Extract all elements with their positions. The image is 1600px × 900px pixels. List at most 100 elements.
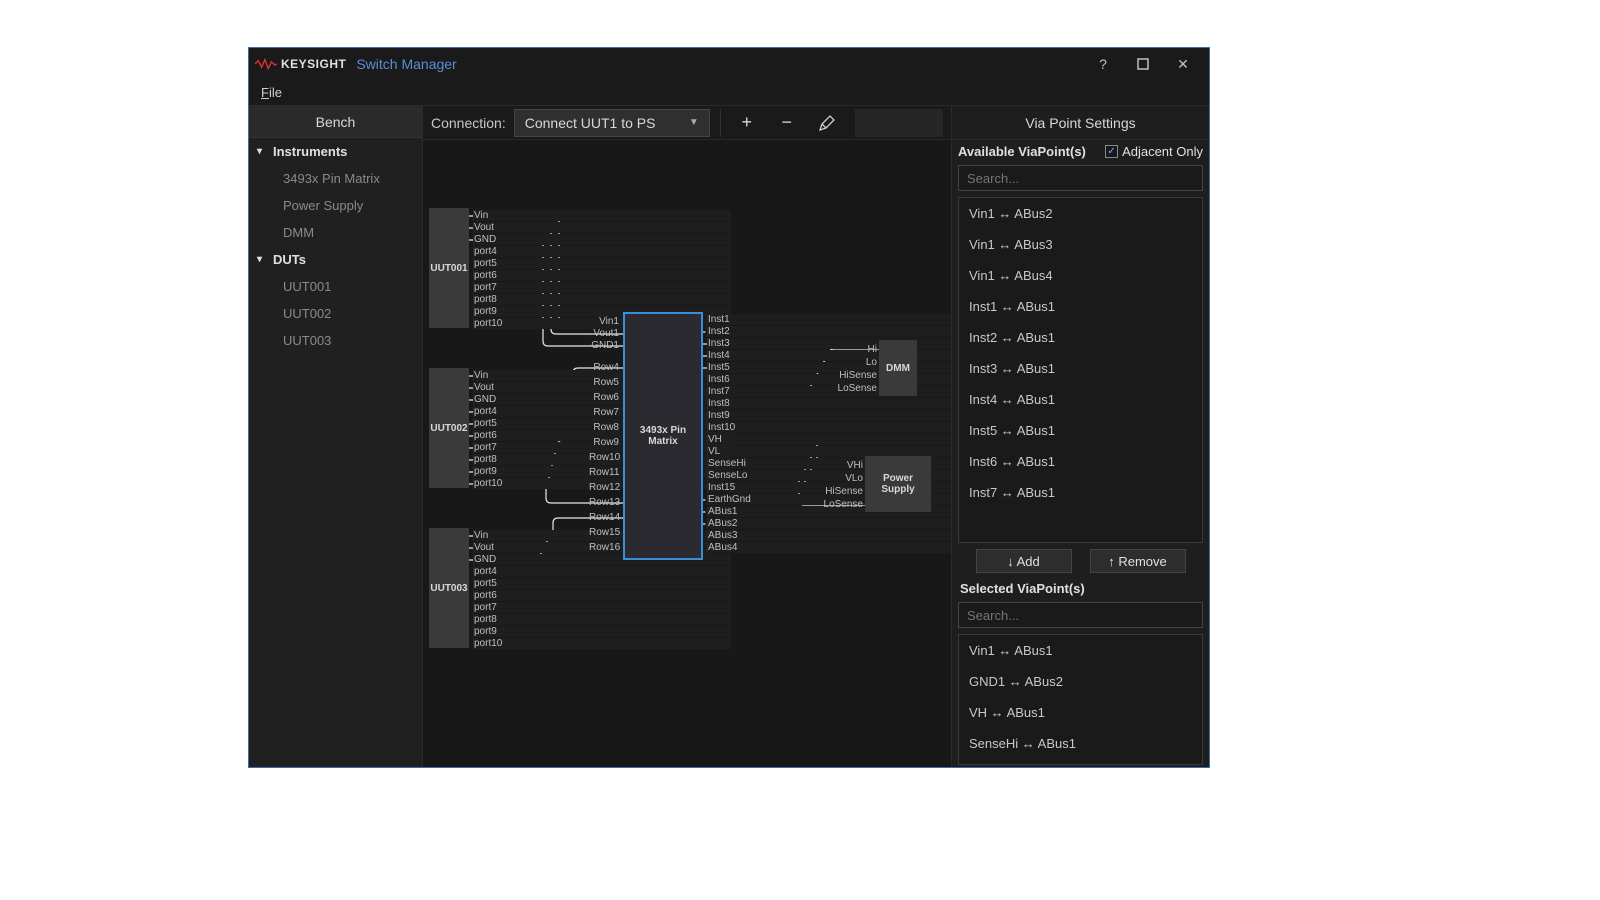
node-label: 3493x Pin Matrix — [625, 425, 701, 447]
port-label: port4 — [473, 566, 731, 577]
port-label: ABus4 — [707, 542, 951, 553]
connection-toolbar: Connection: Connect UUT1 to PS ▼ + − — [423, 106, 951, 140]
selected-label: Selected ViaPoint(s) — [952, 577, 1209, 598]
node-label: UUT003 — [430, 583, 467, 594]
edit-connection-button[interactable] — [811, 109, 843, 137]
list-item[interactable]: Vin1 ↔ ABus3 — [959, 229, 1202, 260]
list-item[interactable]: SenseHi ↔ ABus1 — [959, 728, 1202, 759]
port-label: HiSense — [835, 370, 877, 381]
port-label: port10 — [473, 638, 731, 649]
list-item[interactable]: Vin1 ↔ ABus1 — [959, 635, 1202, 666]
port-label: ABus2 — [707, 518, 951, 529]
port-label: port4 — [473, 246, 731, 257]
sidebar-section[interactable]: ▾Instruments — [249, 138, 422, 165]
remove-connection-button[interactable]: − — [771, 109, 803, 137]
list-item[interactable]: Vin1 ↔ ABus4 — [959, 260, 1202, 291]
maximize-button[interactable] — [1123, 49, 1163, 79]
pencil-icon — [818, 114, 836, 132]
available-label: Available ViaPoint(s) — [958, 144, 1086, 159]
port-label: port8 — [473, 294, 731, 305]
port-label: Row7 — [589, 407, 619, 418]
port-label: port6 — [473, 270, 731, 281]
menu-file[interactable]: File — [255, 83, 288, 102]
port-label: Row11 — [589, 467, 619, 478]
list-item[interactable]: Inst7 ↔ ABus1 — [959, 477, 1202, 508]
port-label: Row9 — [589, 437, 619, 448]
port-label: Lo — [835, 357, 877, 368]
list-item[interactable]: Inst1 ↔ ABus1 — [959, 291, 1202, 322]
port-label: Inst1 — [707, 314, 951, 325]
window-controls: ? ✕ — [1083, 49, 1203, 79]
port-label: port8 — [473, 614, 731, 625]
port-label: VH — [707, 434, 951, 445]
port-label: Vout — [473, 222, 731, 233]
sidebar-tree: ▾Instruments3493x Pin MatrixPower Supply… — [249, 138, 422, 354]
port-label: Row16 — [589, 542, 619, 553]
available-search-input[interactable] — [958, 165, 1203, 191]
pin-matrix-node[interactable]: 3493x Pin Matrix — [623, 312, 703, 560]
port-label: Row4 — [589, 362, 619, 373]
port-label: port7 — [473, 602, 731, 613]
sidebar-item[interactable]: UUT001 — [249, 273, 422, 300]
list-item[interactable]: Inst3 ↔ ABus1 — [959, 353, 1202, 384]
list-item[interactable]: Inst6 ↔ ABus1 — [959, 446, 1202, 477]
sidebar-item[interactable]: UUT003 — [249, 327, 422, 354]
topology-canvas[interactable]: UUT001VinVoutGNDport4port5port6port7port… — [423, 140, 951, 767]
adjacent-only-toggle[interactable]: ✓ Adjacent Only — [1105, 144, 1203, 159]
sidebar-item[interactable]: 3493x Pin Matrix — [249, 165, 422, 192]
add-viapoint-button[interactable]: ↓ Add — [976, 549, 1072, 573]
port-label: Row6 — [589, 392, 619, 403]
port-label: VLo — [821, 473, 863, 484]
selected-search-input[interactable] — [958, 602, 1203, 628]
uut-node[interactable]: UUT001 — [429, 208, 469, 328]
port-label: port5 — [473, 258, 731, 269]
port-label: Inst9 — [707, 410, 951, 421]
port-label: port6 — [473, 590, 731, 601]
sidebar-item[interactable]: UUT002 — [249, 300, 422, 327]
available-header-row: Available ViaPoint(s) ✓ Adjacent Only — [952, 140, 1209, 161]
port-label: LoSense — [835, 383, 877, 394]
list-item[interactable]: Inst4 ↔ ABus1 — [959, 384, 1202, 415]
chevron-down-icon: ▾ — [257, 146, 269, 157]
port-label: Row13 — [589, 497, 619, 508]
list-item[interactable]: Vin1 ↔ ABus2 — [959, 198, 1202, 229]
port-label: Row14 — [589, 512, 619, 523]
port-label: Row10 — [589, 452, 619, 463]
port-label: Vout1 — [589, 328, 619, 339]
add-connection-button[interactable]: + — [731, 109, 763, 137]
power-supply-node[interactable]: Power Supply — [865, 456, 931, 512]
node-label: DMM — [886, 363, 910, 374]
selected-viapoints-list[interactable]: Vin1 ↔ ABus1GND1 ↔ ABus2VH ↔ ABus1SenseH… — [958, 634, 1203, 765]
close-button[interactable]: ✕ — [1163, 49, 1203, 79]
connection-dropdown[interactable]: Connect UUT1 to PS ▼ — [514, 109, 710, 137]
list-item[interactable]: VH ↔ ABus1 — [959, 697, 1202, 728]
help-button[interactable]: ? — [1083, 49, 1123, 79]
app-window: KEYSIGHT Switch Manager ? ✕ File Bench ▾… — [248, 47, 1210, 768]
titlebar: KEYSIGHT Switch Manager ? ✕ — [249, 48, 1209, 80]
list-item[interactable]: Inst2 ↔ ABus1 — [959, 322, 1202, 353]
maximize-icon — [1137, 58, 1149, 70]
sidebar-item[interactable]: Power Supply — [249, 192, 422, 219]
available-viapoints-list[interactable]: Vin1 ↔ ABus2Vin1 ↔ ABus3Vin1 ↔ ABus4Inst… — [958, 197, 1203, 543]
sidebar-section[interactable]: ▾DUTs — [249, 246, 422, 273]
port-label: Inst10 — [707, 422, 951, 433]
port-label: HiSense — [821, 486, 863, 497]
adjacent-only-label: Adjacent Only — [1122, 144, 1203, 159]
node-label: Power Supply — [865, 473, 931, 495]
port-label: port7 — [473, 282, 731, 293]
sidebar-item[interactable]: DMM — [249, 219, 422, 246]
port-label: port5 — [473, 578, 731, 589]
port-label: Row5 — [589, 377, 619, 388]
remove-viapoint-button[interactable]: ↑ Remove — [1090, 549, 1186, 573]
dmm-node[interactable]: DMM — [879, 340, 917, 396]
port-label: Row12 — [589, 482, 619, 493]
checkbox-icon: ✓ — [1105, 145, 1118, 158]
port-label: Vin — [473, 210, 731, 221]
list-item[interactable]: GND1 ↔ ABus2 — [959, 666, 1202, 697]
uut-node[interactable]: UUT002 — [429, 368, 469, 488]
sidebar-title: Bench — [249, 106, 422, 138]
uut-node[interactable]: UUT003 — [429, 528, 469, 648]
toolbar-separator — [720, 109, 721, 137]
toolbar-fill — [855, 109, 943, 137]
list-item[interactable]: Inst5 ↔ ABus1 — [959, 415, 1202, 446]
